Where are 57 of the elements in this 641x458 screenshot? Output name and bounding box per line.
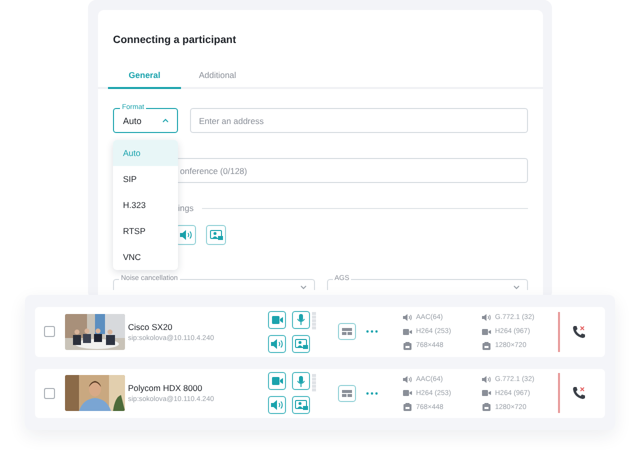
monitor-icon xyxy=(403,342,412,350)
dialog-title: Connecting a participant xyxy=(113,33,238,47)
drag-handle-icon[interactable] xyxy=(312,312,316,330)
drag-handle-icon[interactable] xyxy=(312,374,316,392)
checkbox[interactable] xyxy=(44,388,55,399)
speaker-button[interactable] xyxy=(176,225,196,245)
speaker-button[interactable] xyxy=(268,334,286,353)
participant-name: Cisco SX20 xyxy=(128,322,174,332)
camera-icon xyxy=(482,390,491,396)
camera-icon xyxy=(482,328,491,335)
microphone-icon xyxy=(297,376,305,387)
chevron-icon xyxy=(513,285,520,290)
checkbox[interactable] xyxy=(44,326,55,338)
speaker-button[interactable] xyxy=(268,396,286,414)
screen-share-icon xyxy=(210,230,222,240)
phone-icon xyxy=(572,324,586,339)
microphone-icon xyxy=(297,314,305,326)
camera-button[interactable] xyxy=(268,372,286,390)
microphone-button[interactable] xyxy=(292,310,310,329)
menu-item[interactable]: H.323 xyxy=(113,192,178,218)
phone-icon xyxy=(572,386,586,400)
monitor-icon xyxy=(482,403,491,412)
menu-item[interactable]: RTSP xyxy=(113,218,178,244)
speaker-icon xyxy=(482,314,491,322)
speaker-icon xyxy=(403,314,412,322)
speaker-icon xyxy=(482,376,491,383)
monitor-icon xyxy=(482,342,491,350)
hang-up-button[interactable] xyxy=(572,324,586,339)
camera-icon xyxy=(403,328,412,335)
layout-button[interactable] xyxy=(338,323,356,340)
screen-share-icon xyxy=(294,400,308,410)
screen-share-button[interactable] xyxy=(292,334,310,353)
menu-item[interactable]: VNC xyxy=(113,244,178,270)
layout-icon xyxy=(342,390,352,397)
speaker-icon xyxy=(403,376,412,383)
layout-button[interactable] xyxy=(338,384,356,402)
camera-icon xyxy=(403,390,412,396)
chevron-icon xyxy=(162,118,169,123)
camera-button[interactable] xyxy=(268,310,286,329)
camera-icon xyxy=(272,316,282,324)
address-field[interactable]: Enter an address xyxy=(190,108,528,133)
chevron-icon xyxy=(300,285,306,290)
more-icon[interactable] xyxy=(366,392,378,395)
monitor-icon xyxy=(403,403,412,412)
screen-share-icon xyxy=(294,338,308,349)
hang-up-button[interactable] xyxy=(572,386,586,400)
screen-share-button[interactable] xyxy=(206,225,226,245)
layout-icon xyxy=(342,328,352,336)
section-title: ings xyxy=(178,203,194,213)
more-icon[interactable] xyxy=(366,330,378,334)
speaker-icon xyxy=(271,338,283,349)
speaker-icon xyxy=(271,400,283,410)
participant-name: Polycom HDX 8000 xyxy=(128,383,204,394)
camera-icon xyxy=(272,377,282,386)
speaker-icon xyxy=(180,230,192,240)
microphone-button[interactable] xyxy=(292,372,310,390)
screen-share-button[interactable] xyxy=(292,396,310,414)
